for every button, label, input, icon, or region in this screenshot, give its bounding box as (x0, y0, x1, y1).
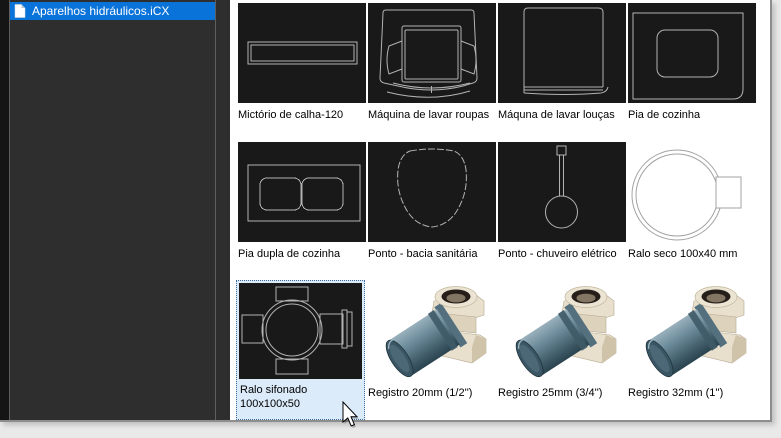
library-item-pia-de-cozinha[interactable]: Pia de cozinha (628, 3, 756, 122)
block-grid: Mictório de calha-120 Máquina de lavar r… (230, 0, 770, 420)
item-label: Pia dupla de cozinha (238, 247, 362, 261)
library-item-ralo-sifonado-selected[interactable]: Ralo sifonado 100x100x50 (236, 280, 365, 420)
library-item-registro-25mm[interactable]: Registro 25mm (3/4'') (498, 281, 626, 400)
library-tree-panel: Aparelhos hidráulicos.iCX (0, 0, 230, 420)
library-item-registro-32mm[interactable]: Registro 32mm (1'') (628, 281, 756, 400)
toilet-bowl-thumbnail (368, 142, 496, 242)
document-icon (14, 4, 26, 18)
item-label: Ponto - chuveiro elétrico (498, 247, 622, 261)
valve-32mm-render (628, 281, 756, 381)
sidebar-divider-left (9, 0, 10, 420)
item-label: Registro 32mm (1'') (628, 386, 752, 400)
electric-shower-thumbnail (498, 142, 626, 242)
item-label: Registro 20mm (1/2'') (368, 386, 492, 400)
tree-item-label: Aparelhos hidráulicos.iCX (32, 4, 169, 18)
library-item-ponto-chuveiro-eletrico[interactable]: Ponto - chuveiro elétrico (498, 142, 626, 261)
dishwasher-thumbnail (498, 3, 626, 103)
library-item-pia-dupla-de-cozinha[interactable]: Pia dupla de cozinha (238, 142, 366, 261)
item-label: Mictório de calha-120 (238, 108, 362, 122)
trough-urinal-thumbnail (238, 3, 366, 103)
library-window: Aparelhos hidráulicos.iCX Mictório de ca… (0, 0, 772, 422)
item-label: Ralo seco 100x40 mm (628, 247, 752, 261)
valve-25mm-render (498, 281, 626, 381)
washing-machine-thumbnail (368, 3, 496, 103)
item-label: Ralo sifonado 100x100x50 (240, 383, 360, 411)
library-item-maquina-de-lavar-roupas[interactable]: Máquina de lavar roupas (368, 3, 496, 122)
item-label: Pia de cozinha (628, 108, 752, 122)
item-label: Registro 25mm (3/4'') (498, 386, 622, 400)
item-label: Máquina de lavar roupas (368, 108, 492, 122)
library-item-ponto-bacia-sanitaria[interactable]: Ponto - bacia sanitária (368, 142, 496, 261)
kitchen-sink-thumbnail (628, 3, 756, 103)
library-item-maquina-de-lavar-loucas[interactable]: Máquna de lavar louças (498, 3, 626, 122)
double-kitchen-sink-thumbnail (238, 142, 366, 242)
item-label: Máquna de lavar louças (498, 108, 622, 122)
library-item-ralo-seco[interactable]: Ralo seco 100x40 mm (628, 142, 756, 261)
valve-20mm-render (368, 281, 496, 381)
item-label: Ponto - bacia sanitária (368, 247, 492, 261)
dry-drain-thumbnail (628, 142, 756, 242)
tree-item-aparelhos-hidraulicos[interactable]: Aparelhos hidráulicos.iCX (10, 2, 215, 20)
library-item-mictorio-de-calha-120[interactable]: Mictório de calha-120 (238, 3, 366, 122)
sidebar-divider-right (215, 0, 216, 420)
siphoned-drain-thumbnail (239, 283, 362, 379)
sidebar-left-edge (0, 0, 9, 420)
library-item-registro-20mm[interactable]: Registro 20mm (1/2'') (368, 281, 496, 400)
